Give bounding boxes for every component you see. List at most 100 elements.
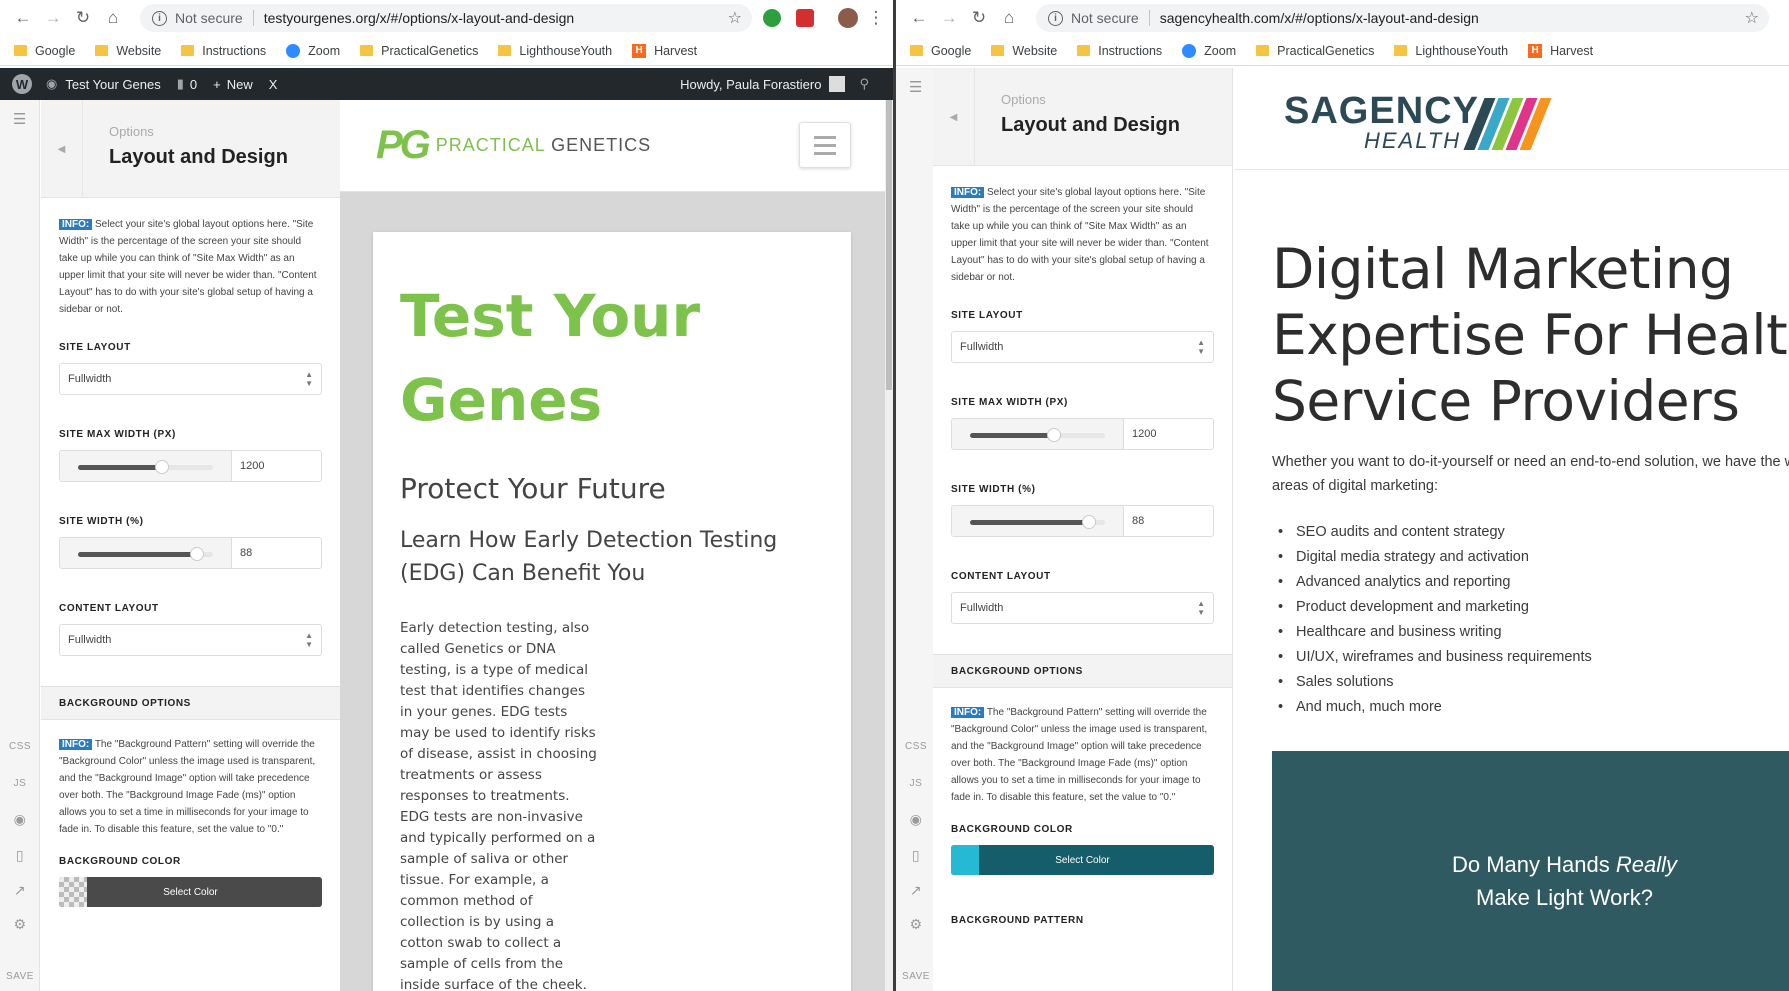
info-tag: INFO: xyxy=(59,739,93,750)
js-button[interactable]: JS xyxy=(0,778,40,789)
hamburger-menu-icon[interactable] xyxy=(799,122,851,168)
sagency-health-logo[interactable]: SAGENCY HEALTH xyxy=(1284,92,1552,152)
slider-handle[interactable] xyxy=(154,460,169,474)
forward-arrow-icon[interactable]: → xyxy=(934,3,964,33)
background-options-header[interactable]: BACKGROUND OPTIONS xyxy=(933,654,1232,688)
bookmark-practicalgenetics[interactable]: PracticalGenetics xyxy=(360,44,478,58)
site-max-width-label: SITE MAX WIDTH (PX) xyxy=(951,397,1068,408)
bookmark-zoom[interactable]: Zoom xyxy=(1182,43,1236,58)
extension-clover-icon[interactable] xyxy=(763,9,781,27)
plus-icon: + xyxy=(213,76,221,92)
slider-handle[interactable] xyxy=(1046,428,1061,442)
site-width-input[interactable]: 88 xyxy=(1124,506,1213,536)
device-preview-icon[interactable]: ▯ xyxy=(896,847,936,864)
folder-icon xyxy=(1394,45,1408,56)
gear-icon[interactable]: ⚙ xyxy=(896,916,936,933)
device-preview-icon[interactable]: ▯ xyxy=(0,847,40,864)
reload-icon[interactable]: ↻ xyxy=(68,3,98,33)
back-arrow-icon[interactable]: ← xyxy=(904,3,934,33)
home-icon[interactable]: ⌂ xyxy=(98,3,128,33)
content-layout-select[interactable]: Fullwidth ▲ ▼ xyxy=(951,592,1214,624)
reload-icon[interactable]: ↻ xyxy=(964,3,994,33)
content-layout-select[interactable]: Fullwidth ▲ ▼ xyxy=(59,624,322,656)
bookmark-website[interactable]: Website xyxy=(95,44,161,58)
css-button[interactable]: CSS xyxy=(0,741,40,752)
comments-link[interactable]: ▮ 0 xyxy=(177,76,197,92)
background-pattern-label: BACKGROUND PATTERN xyxy=(951,915,1084,926)
site-max-width-slider[interactable] xyxy=(952,419,1124,449)
bookmark-harvest[interactable]: H Harvest xyxy=(1528,43,1593,58)
css-button[interactable]: CSS xyxy=(896,741,936,752)
inspect-icon[interactable]: ◉ xyxy=(0,811,40,828)
external-link-icon[interactable]: ↗ xyxy=(896,882,936,899)
slider-track xyxy=(78,547,213,561)
slider-handle[interactable] xyxy=(1081,515,1096,529)
forward-arrow-icon[interactable]: → xyxy=(38,3,68,33)
url-text[interactable]: testyourgenes.org/x/#/options/x-layout-a… xyxy=(264,10,575,26)
site-layout-select[interactable]: Fullwidth ▲ ▼ xyxy=(59,363,322,395)
save-button[interactable]: SAVE xyxy=(896,971,936,982)
inspect-icon[interactable]: ◉ xyxy=(896,811,936,828)
scrollbar-thumb[interactable] xyxy=(886,100,892,390)
star-icon[interactable]: ☆ xyxy=(1745,8,1759,28)
js-button[interactable]: JS xyxy=(896,778,936,789)
bookmark-practicalgenetics[interactable]: PracticalGenetics xyxy=(1256,44,1374,58)
url-text[interactable]: sagencyhealth.com/x/#/options/x-layout-a… xyxy=(1160,10,1479,26)
home-icon[interactable]: ⌂ xyxy=(994,3,1024,33)
address-bar[interactable]: i Not secure testyourgenes.org/x/#/optio… xyxy=(140,4,752,32)
x-theme-link[interactable]: X xyxy=(269,77,278,92)
info-icon[interactable]: i xyxy=(152,10,167,26)
bookmark-instructions[interactable]: Instructions xyxy=(1077,44,1162,58)
menu-kebab-icon[interactable]: ⋮ xyxy=(866,3,886,33)
site-max-width-slider[interactable] xyxy=(60,451,232,481)
background-options-header[interactable]: BACKGROUND OPTIONS xyxy=(41,686,340,720)
bookmark-google[interactable]: Google xyxy=(910,44,971,58)
back-chevron-icon[interactable]: ◀ xyxy=(933,68,975,166)
bookmark-lighthouseyouth[interactable]: LighthouseYouth xyxy=(1394,44,1508,58)
save-button[interactable]: SAVE xyxy=(0,971,40,982)
site-layout-label: SITE LAYOUT xyxy=(951,310,1023,321)
new-content-link[interactable]: + New xyxy=(213,77,253,92)
page-subtitle: Protect Your Future xyxy=(400,472,666,505)
zoom-icon xyxy=(1182,43,1197,58)
star-icon[interactable]: ☆ xyxy=(728,8,742,28)
bookmark-lighthouseyouth[interactable]: LighthouseYouth xyxy=(498,44,612,58)
address-bar[interactable]: i Not secure sagencyhealth.com/x/#/optio… xyxy=(1036,4,1769,32)
bookmark-label: LighthouseYouth xyxy=(1415,43,1509,58)
site-width-slider[interactable] xyxy=(952,506,1124,536)
scrollbar[interactable] xyxy=(885,100,893,991)
gear-icon[interactable]: ⚙ xyxy=(0,916,40,933)
bookmark-zoom[interactable]: Zoom xyxy=(286,43,340,58)
site-max-width-input[interactable]: 1200 xyxy=(232,451,321,481)
intro-paragraph: Whether you want to do-it-yourself or ne… xyxy=(1272,454,1789,494)
menu-lines-icon[interactable]: ☰ xyxy=(896,78,936,96)
x-label: X xyxy=(268,76,278,92)
back-arrow-icon[interactable]: ← xyxy=(8,3,38,33)
profile-avatar[interactable] xyxy=(838,8,858,28)
bookmark-instructions[interactable]: Instructions xyxy=(181,44,266,58)
site-layout-select[interactable]: Fullwidth ▲ ▼ xyxy=(951,331,1214,363)
back-chevron-icon[interactable]: ◀ xyxy=(41,100,83,198)
layout-info: INFO: Select your site's global layout o… xyxy=(59,216,322,318)
site-max-width-input[interactable]: 1200 xyxy=(1124,419,1213,449)
account-menu[interactable]: Howdy, Paula Forastiero ⚲ xyxy=(680,76,869,92)
wordpress-logo-icon[interactable]: W xyxy=(12,74,32,94)
extension-lastpass-icon[interactable] xyxy=(796,9,814,27)
info-icon[interactable]: i xyxy=(1048,10,1063,26)
background-color-picker[interactable]: Select Color xyxy=(951,845,1214,875)
menu-lines-icon[interactable]: ☰ xyxy=(0,110,40,128)
bookmark-google[interactable]: Google xyxy=(14,44,75,58)
select-value: Fullwidth xyxy=(960,602,1004,614)
dashboard-icon: ◉ xyxy=(46,76,58,91)
site-width-slider[interactable] xyxy=(60,538,232,568)
bookmark-website[interactable]: Website xyxy=(991,44,1057,58)
bookmark-harvest[interactable]: H Harvest xyxy=(632,43,697,58)
background-color-picker[interactable]: Select Color xyxy=(59,877,322,907)
search-icon[interactable]: ⚲ xyxy=(859,76,869,92)
site-name-link[interactable]: ◉ Test Your Genes xyxy=(46,76,161,92)
external-link-icon[interactable]: ↗ xyxy=(0,882,40,899)
site-width-input[interactable]: 88 xyxy=(232,538,321,568)
practical-genetics-logo[interactable]: PG PRACTICAL GENETICS xyxy=(376,125,651,165)
slider-handle[interactable] xyxy=(189,547,204,561)
transparent-swatch xyxy=(59,877,87,907)
